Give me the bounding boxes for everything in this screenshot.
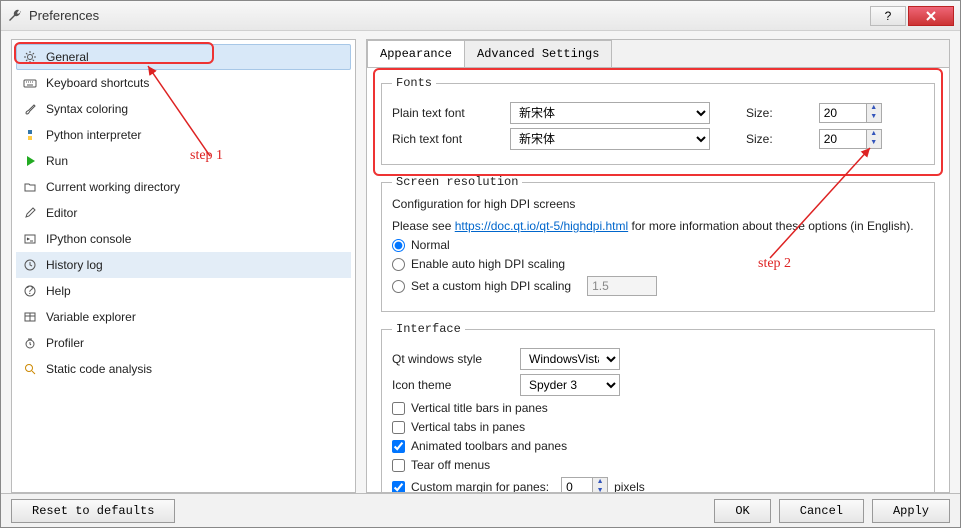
search-icon	[22, 361, 38, 377]
qt-style-label: Qt windows style	[392, 352, 512, 366]
terminal-icon	[22, 231, 38, 247]
screen-group: Screen resolution Configuration for high…	[381, 175, 935, 312]
radio-normal[interactable]: Normal	[392, 238, 924, 252]
tab-appearance[interactable]: Appearance	[367, 40, 465, 67]
sidebar-item-editor[interactable]: Editor	[16, 200, 351, 226]
window-controls: ?	[870, 6, 954, 26]
window-title: Preferences	[29, 8, 870, 23]
plain-size-label: Size:	[746, 106, 773, 120]
category-sidebar: General Keyboard shortcuts Syntax colori…	[11, 39, 356, 493]
sidebar-item-label: Current working directory	[46, 180, 180, 194]
sidebar-item-label: Syntax coloring	[46, 102, 128, 116]
sidebar-item-variable[interactable]: Variable explorer	[16, 304, 351, 330]
sidebar-item-keyboard[interactable]: Keyboard shortcuts	[16, 70, 351, 96]
wrench-icon	[7, 8, 23, 24]
plain-font-label: Plain text font	[392, 106, 502, 120]
check-margin[interactable]: Custom margin for panes: ▲▼ pixels	[392, 477, 924, 492]
sidebar-item-python[interactable]: Python interpreter	[16, 122, 351, 148]
screen-config-text: Configuration for high DPI screens	[392, 197, 924, 211]
spin-down-icon[interactable]: ▼	[593, 487, 607, 492]
gear-icon	[22, 49, 38, 65]
check-vert-tabs[interactable]: Vertical tabs in panes	[392, 420, 924, 434]
rich-font-label: Rich text font	[392, 132, 502, 146]
sidebar-item-help[interactable]: ? Help	[16, 278, 351, 304]
plain-font-select[interactable]: 新宋体	[510, 102, 710, 124]
spin-up-icon[interactable]: ▲	[593, 478, 607, 487]
sidebar-item-label: Keyboard shortcuts	[46, 76, 149, 90]
titlebar[interactable]: Preferences ?	[1, 1, 960, 31]
tab-bar: Appearance Advanced Settings	[367, 40, 949, 68]
dialog-body: General Keyboard shortcuts Syntax colori…	[1, 31, 960, 493]
cancel-button[interactable]: Cancel	[779, 499, 864, 523]
panel-body: Fonts Plain text font 新宋体 Size: ▲▼ Ric	[367, 68, 949, 492]
preferences-window: Preferences ? General Keyboard shortcuts…	[0, 0, 961, 528]
help-icon: ?	[22, 283, 38, 299]
icon-theme-label: Icon theme	[392, 378, 512, 392]
icon-theme-select[interactable]: Spyder 3	[520, 374, 620, 396]
edit-icon	[22, 205, 38, 221]
fonts-group: Fonts Plain text font 新宋体 Size: ▲▼ Ric	[381, 76, 935, 165]
fonts-legend: Fonts	[392, 76, 436, 90]
dialog-footer: Reset to defaults OK Cancel Apply	[1, 493, 960, 527]
sidebar-item-syntax[interactable]: Syntax coloring	[16, 96, 351, 122]
sidebar-item-label: Run	[46, 154, 68, 168]
margin-spinner[interactable]: ▲▼	[561, 477, 608, 492]
check-tearoff[interactable]: Tear off menus	[392, 458, 924, 472]
rich-size-label: Size:	[746, 132, 773, 146]
radio-custom-dpi[interactable]: Set a custom high DPI scaling	[392, 276, 924, 296]
sidebar-item-general[interactable]: General	[16, 44, 351, 70]
settings-panel: Appearance Advanced Settings Fonts Plain…	[366, 39, 950, 493]
spin-down-icon[interactable]: ▼	[867, 139, 881, 148]
custom-dpi-input	[587, 276, 657, 296]
spin-down-icon[interactable]: ▼	[867, 113, 881, 122]
folder-icon	[22, 179, 38, 195]
svg-text:?: ?	[27, 284, 34, 297]
margin-input[interactable]	[562, 480, 592, 492]
sidebar-item-profiler[interactable]: Profiler	[16, 330, 351, 356]
sidebar-item-label: Editor	[46, 206, 77, 220]
sidebar-item-label: Static code analysis	[46, 362, 152, 376]
sidebar-item-label: IPython console	[46, 232, 131, 246]
radio-auto-dpi[interactable]: Enable auto high DPI scaling	[392, 257, 924, 271]
history-icon	[22, 257, 38, 273]
play-icon	[22, 153, 38, 169]
sidebar-item-history[interactable]: History log	[16, 252, 351, 278]
help-window-button[interactable]: ?	[870, 6, 906, 26]
screen-legend: Screen resolution	[392, 175, 522, 189]
sidebar-item-label: General	[46, 50, 89, 64]
sidebar-item-label: Help	[46, 284, 71, 298]
reset-button[interactable]: Reset to defaults	[11, 499, 175, 523]
sidebar-item-static[interactable]: Static code analysis	[16, 356, 351, 382]
tab-advanced[interactable]: Advanced Settings	[464, 40, 612, 67]
sidebar-item-run[interactable]: Run	[16, 148, 351, 174]
rich-font-select[interactable]: 新宋体	[510, 128, 710, 150]
spin-up-icon[interactable]: ▲	[867, 104, 881, 113]
spin-up-icon[interactable]: ▲	[867, 130, 881, 139]
plain-size-spinner[interactable]: ▲▼	[819, 103, 882, 123]
rich-size-input[interactable]	[820, 132, 866, 146]
brush-icon	[22, 101, 38, 117]
sidebar-item-ipython[interactable]: IPython console	[16, 226, 351, 252]
clock-icon	[22, 335, 38, 351]
table-icon	[22, 309, 38, 325]
check-vert-title[interactable]: Vertical title bars in panes	[392, 401, 924, 415]
interface-group: Interface Qt windows style WindowsVista …	[381, 322, 935, 492]
keyboard-icon	[22, 75, 38, 91]
screen-help-text: Please see https://doc.qt.io/qt-5/highdp…	[392, 219, 924, 233]
plain-size-input[interactable]	[820, 106, 866, 120]
python-icon	[22, 127, 38, 143]
ok-button[interactable]: OK	[714, 499, 770, 523]
rich-size-spinner[interactable]: ▲▼	[819, 129, 882, 149]
close-window-button[interactable]	[908, 6, 954, 26]
sidebar-item-cwd[interactable]: Current working directory	[16, 174, 351, 200]
qt-style-select[interactable]: WindowsVista	[520, 348, 620, 370]
interface-legend: Interface	[392, 322, 465, 336]
sidebar-item-label: Python interpreter	[46, 128, 141, 142]
sidebar-item-label: Profiler	[46, 336, 84, 350]
highdpi-link[interactable]: https://doc.qt.io/qt-5/highdpi.html	[455, 219, 628, 233]
check-animated[interactable]: Animated toolbars and panes	[392, 439, 924, 453]
sidebar-item-label: Variable explorer	[46, 310, 136, 324]
sidebar-item-label: History log	[46, 258, 103, 272]
apply-button[interactable]: Apply	[872, 499, 950, 523]
